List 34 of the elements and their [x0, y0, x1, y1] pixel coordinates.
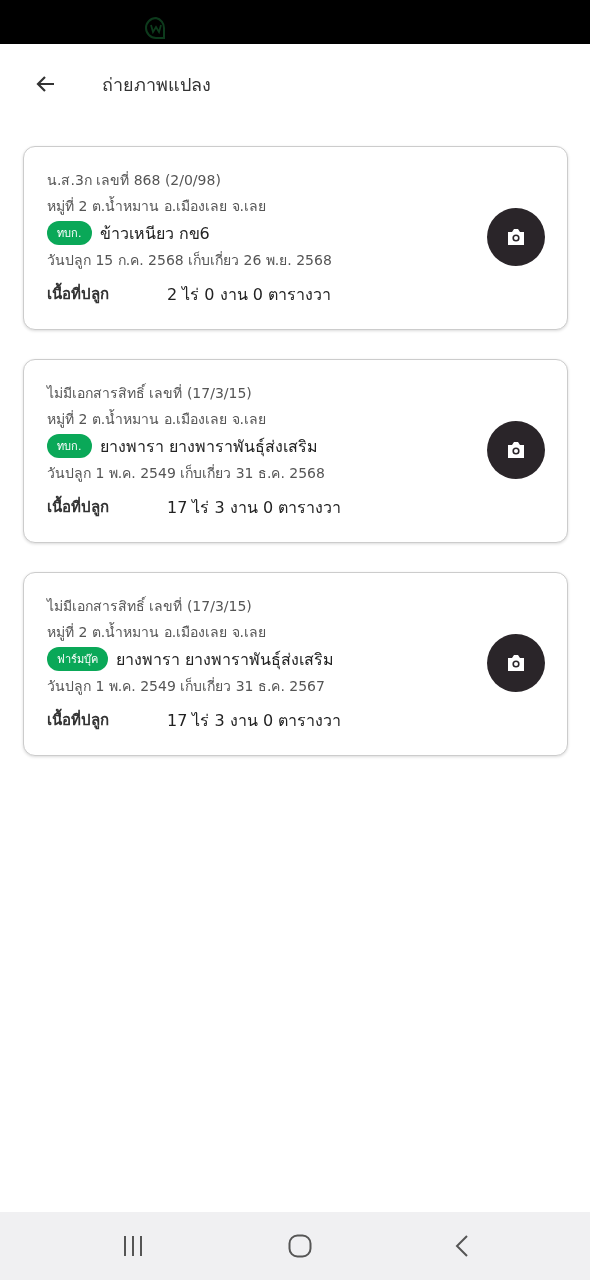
location-text: หมู่ที่ 2 ต.น้ำหมาน อ.เมืองเลย จ.เลย	[47, 195, 268, 217]
document-text: น.ส.3ก เลขที่ 868 (2/0/98)	[47, 170, 222, 190]
area-value: 17 ไร่ 3 งาน 0 ตารางวา	[167, 709, 342, 732]
source-tag: ทบก.	[47, 434, 92, 458]
camera-icon	[506, 654, 526, 672]
area-value: 17 ไร่ 3 งาน 0 ตารางวา	[167, 496, 342, 519]
dates-text: วันปลูก 1 พ.ค. 2549 เก็บเกี่ยว 31 ธ.ค. 2568	[47, 463, 326, 484]
document-text: ไม่มีเอกสารสิทธิ์ เลขที่ (17/3/15)	[47, 595, 253, 616]
location-text: หมู่ที่ 2 ต.น้ำหมาน อ.เมืองเลย จ.เลย	[47, 408, 268, 430]
camera-button[interactable]	[487, 634, 545, 692]
plot-card[interactable]: ไม่มีเอกสารสิทธิ์ เลขที่ (17/3/15) หมู่ที่ 2 ต.น้ำหมาน อ.เมืองเลย จ.เลย ทบก. ยางพารา ยางพาราพันธุ์ส่งเสริม วันปลูก 1 พ.ค. 2549 เก็บเกี่ยว 31 ธ.ค. 2568 เนื้อที่ปลูก 17 ไร่ 3 งาน 0 ตารางวา	[23, 359, 568, 543]
app-notification-icon	[144, 16, 168, 40]
crop-name: ข้าวเหนียว กข6	[99, 222, 210, 245]
dates-text: วันปลูก 1 พ.ค. 2549 เก็บเกี่ยว 31 ธ.ค. 2567	[47, 676, 326, 697]
area-label: เนื้อที่ปลูก	[47, 495, 167, 519]
crop-name: ยางพารา ยางพาราพันธุ์ส่งเสริม	[99, 435, 318, 459]
camera-button[interactable]	[487, 421, 545, 479]
plot-card[interactable]: น.ส.3ก เลขที่ 868 (2/0/98) หมู่ที่ 2 ต.น้ำหมาน อ.เมืองเลย จ.เลย ทบก. ข้าวเหนียว กข6 วันปลูก 15 ก.ค. 2568 เก็บเกี่ยว 26 พ.ย. 2568 เนื้อที่ปลูก 2 ไร่ 0 งาน 0 ตารางวา	[23, 146, 568, 330]
page-title: ถ่ายภาพแปลง	[102, 72, 211, 97]
back-nav-button[interactable]	[454, 1234, 469, 1258]
area-label: เนื้อที่ปลูก	[47, 282, 167, 306]
plot-card[interactable]: ไม่มีเอกสารสิทธิ์ เลขที่ (17/3/15) หมู่ที่ 2 ต.น้ำหมาน อ.เมืองเลย จ.เลย ฟาร์มบุ๊ค ยางพารา ยางพาราพันธุ์ส่งเสริม วันปลูก 1 พ.ค. 2549 เก็บเกี่ยว 31 ธ.ค. 2567 เนื้อที่ปลูก 17 ไร่ 3 งาน 0 ตารางวา	[23, 572, 568, 756]
crop-name: ยางพารา ยางพาราพันธุ์ส่งเสริม	[116, 648, 335, 672]
camera-button[interactable]	[487, 208, 545, 266]
document-text: ไม่มีเอกสารสิทธิ์ เลขที่ (17/3/15)	[47, 382, 253, 403]
source-tag: ทบก.	[47, 221, 92, 245]
area-label: เนื้อที่ปลูก	[47, 708, 167, 732]
location-text: หมู่ที่ 2 ต.น้ำหมาน อ.เมืองเลย จ.เลย	[47, 621, 268, 643]
camera-icon	[506, 228, 526, 246]
dates-text: วันปลูก 15 ก.ค. 2568 เก็บเกี่ยว 26 พ.ย. 2568	[47, 250, 333, 271]
source-tag: ฟาร์มบุ๊ค	[47, 647, 108, 671]
camera-icon	[506, 441, 526, 459]
home-button[interactable]	[288, 1234, 312, 1258]
area-value: 2 ไร่ 0 งาน 0 ตารางวา	[167, 283, 331, 306]
